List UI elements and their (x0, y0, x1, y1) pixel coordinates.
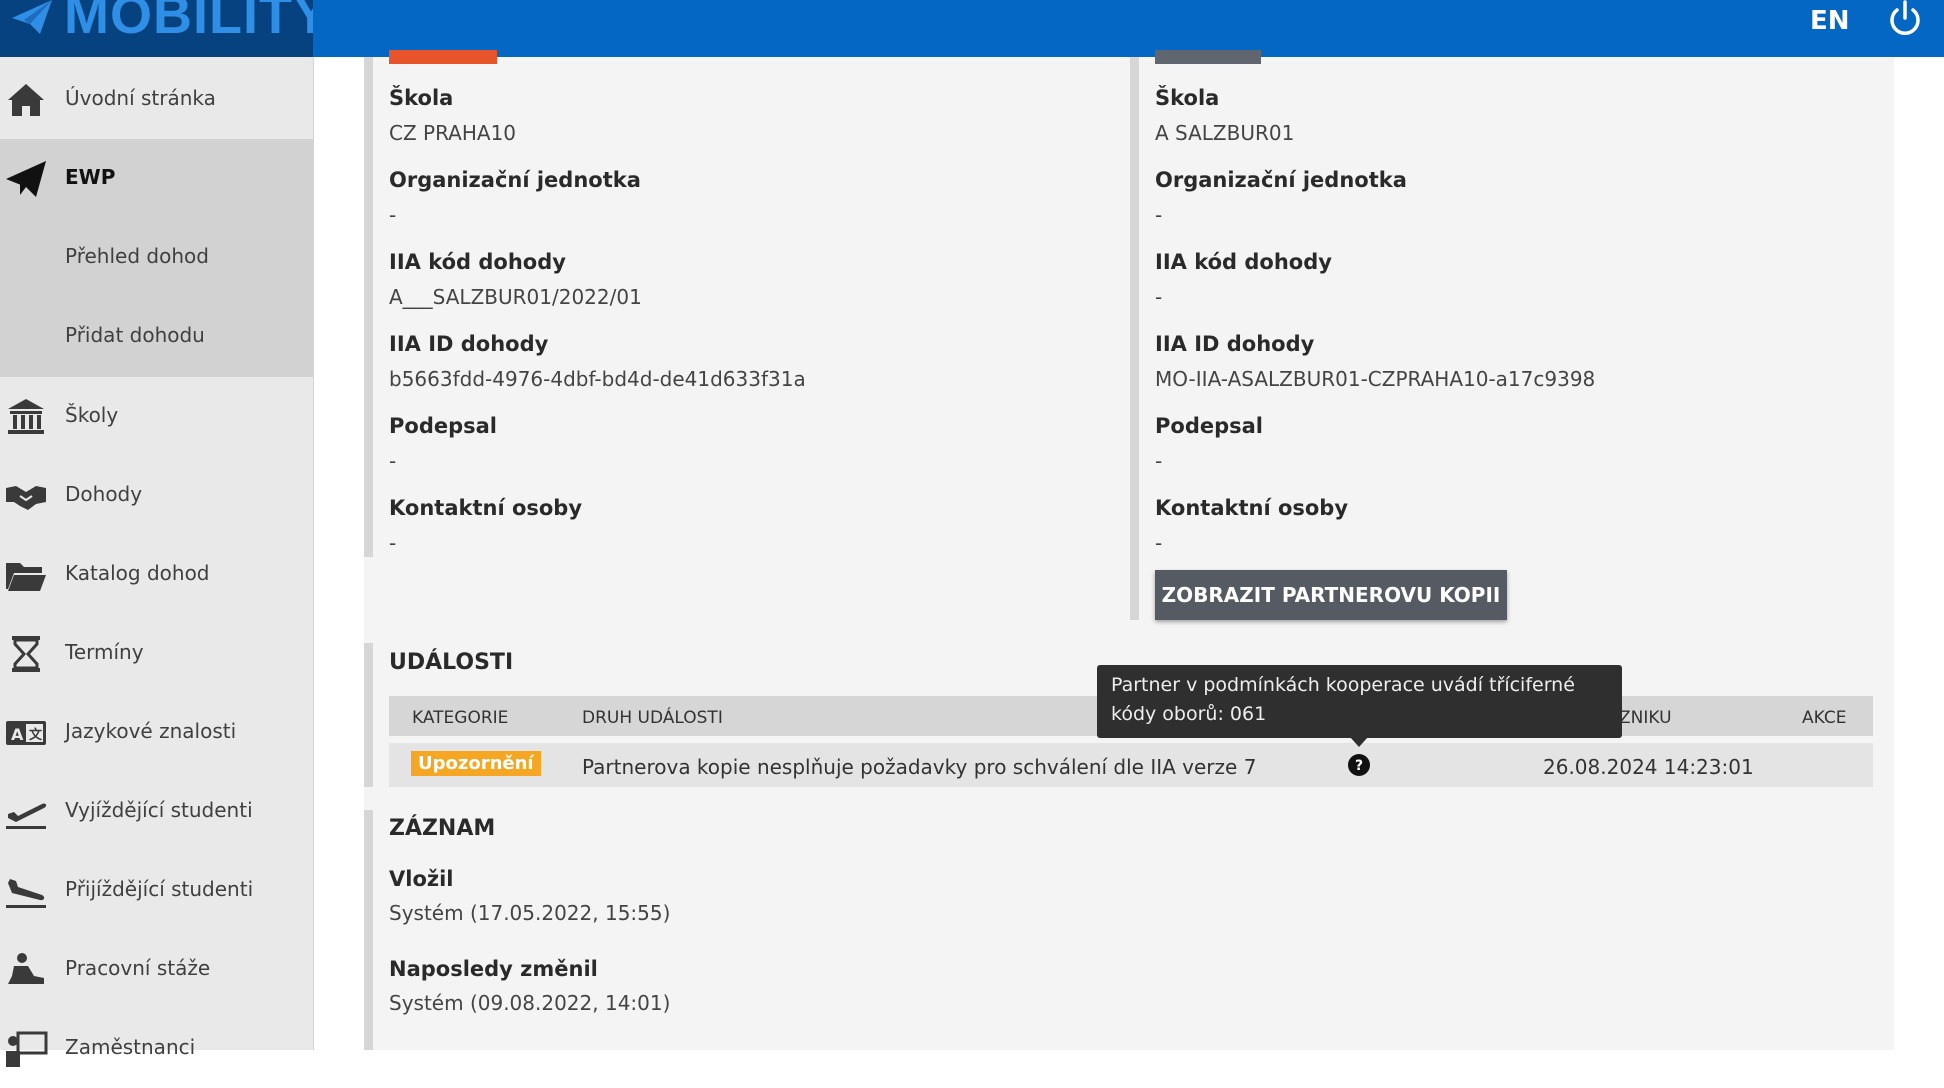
help-tooltip: Partner v podmínkách kooperace uvádí tří… (1097, 665, 1622, 738)
sidebar-item-language-skills[interactable]: A 文 Jazykové znalosti (0, 693, 313, 772)
sidebar-item-deadlines[interactable]: Termíny (0, 614, 313, 693)
sidebar-item-home[interactable]: Úvodní stránka (0, 60, 313, 139)
sidebar-item-agreements-overview[interactable]: Přehled dohod (0, 218, 313, 297)
panel-border (364, 57, 373, 557)
sidebar-item-label: Přidat dohodu (65, 323, 205, 347)
record-section-title: ZÁZNAM (389, 816, 496, 841)
signed-label: Podepsal (389, 414, 497, 438)
sidebar-item-label: Katalog dohod (65, 561, 210, 585)
sidebar-item-label: Školy (65, 403, 119, 427)
warning-badge: Upozornění (411, 751, 541, 776)
home-icon (8, 84, 44, 116)
signed-label: Podepsal (1155, 414, 1263, 438)
help-icon[interactable]: ? (1347, 753, 1371, 777)
plane-departure-icon (6, 803, 47, 829)
sidebar: Úvodní stránka EWP Přehled dohod Přidat … (0, 57, 314, 1067)
iia-id-value: MO-IIA-ASALZBUR01-CZPRAHA10-a17c9398 (1155, 367, 1596, 391)
inserted-value: Systém (17.05.2022, 15:55) (389, 901, 671, 925)
created-cell: 26.08.2024 14:23:01 (1543, 755, 1754, 779)
panel-border (1130, 57, 1139, 620)
show-partner-copy-button[interactable]: ZOBRAZIT PARTNEROVU KOPII (1155, 570, 1507, 620)
sidebar-item-internships[interactable]: Pracovní stáže (0, 930, 313, 1009)
sidebar-item-label: Vyjíždějící studenti (65, 798, 253, 822)
top-bar: MOBILITY EN (0, 0, 1944, 57)
school-label: Škola (389, 86, 454, 110)
sidebar-item-label: Jazykové znalosti (65, 719, 237, 743)
sidebar-item-ewp[interactable]: EWP (0, 139, 313, 218)
sidebar-item-label: Pracovní stáže (65, 956, 211, 980)
sidebar-item-agreements[interactable]: Dohody (0, 456, 313, 535)
sidebar-item-label: EWP (65, 165, 116, 189)
tooltip-arrow (1350, 737, 1368, 747)
school-value: A SALZBUR01 (1155, 121, 1295, 145)
sidebar-item-label: Úvodní stránka (65, 86, 216, 110)
sidebar-item-schools[interactable]: Školy (0, 377, 313, 456)
svg-text:文: 文 (29, 727, 43, 743)
iia-code-value: - (1155, 285, 1163, 309)
sidebar-item-label: Přijíždějící studenti (65, 877, 254, 901)
status-badge (389, 50, 497, 64)
sidebar-item-employees[interactable]: Zaměstnanci (0, 1009, 313, 1088)
svg-text:?: ? (1355, 758, 1363, 774)
unit-label: Organizační jednotka (1155, 168, 1407, 192)
sidebar-item-label: Přehled dohod (65, 244, 209, 268)
paper-plane-icon (6, 161, 46, 197)
plane-arrival-icon (6, 879, 46, 908)
iia-code-value: A___SALZBUR01/2022/01 (389, 285, 642, 309)
folder-open-icon (6, 563, 46, 591)
unit-value: - (389, 203, 397, 227)
column-header-actions: AKCE (1802, 708, 1847, 728)
sidebar-item-label: Zaměstnanci (65, 1035, 196, 1059)
events-section-title: UDÁLOSTI (389, 650, 514, 675)
iia-id-label: IIA ID dohody (389, 332, 549, 356)
power-icon[interactable] (1887, 0, 1923, 40)
handshake-icon (6, 486, 46, 510)
logo[interactable]: MOBILITY (0, 0, 313, 57)
iia-id-label: IIA ID dohody (1155, 332, 1315, 356)
language-switch[interactable]: EN (1810, 6, 1850, 36)
signed-value: - (389, 449, 397, 473)
sidebar-item-label: Termíny (65, 640, 144, 664)
logo-text: MOBILITY (64, 0, 313, 45)
iia-code-label: IIA kód dohody (1155, 250, 1332, 274)
school-value: CZ PRAHA10 (389, 121, 517, 145)
last-changed-value: Systém (09.08.2022, 14:01) (389, 991, 671, 1015)
column-header-event-type[interactable]: DRUH UDÁLOSTI (582, 708, 723, 728)
worker-icon (8, 953, 44, 984)
school-label: Škola (1155, 86, 1220, 110)
last-changed-label: Naposledy změnil (389, 957, 598, 981)
contacts-label: Kontaktní osoby (389, 496, 583, 520)
unit-value: - (1155, 203, 1163, 227)
sidebar-item-outgoing-students[interactable]: Vyjíždějící studenti (0, 772, 313, 851)
unit-label: Organizační jednotka (389, 168, 641, 192)
bank-icon (8, 399, 44, 434)
iia-code-label: IIA kód dohody (389, 250, 566, 274)
sidebar-item-agreement-catalog[interactable]: Katalog dohod (0, 535, 313, 614)
sidebar-item-add-agreement[interactable]: Přidat dohodu (0, 297, 313, 377)
table-row: Upozornění Partnerova kopie nesplňuje po… (389, 743, 1873, 787)
contacts-value: - (389, 531, 397, 555)
contacts-value: - (1155, 531, 1163, 555)
language-icon: A 文 (6, 721, 46, 745)
panel-border (364, 643, 373, 787)
inserted-label: Vložil (389, 867, 454, 891)
status-badge (1155, 50, 1261, 64)
sidebar-item-incoming-students[interactable]: Přijíždějící studenti (0, 851, 313, 930)
column-header-category[interactable]: KATEGORIE (412, 708, 508, 728)
event-type-cell: Partnerova kopie nesplňuje požadavky pro… (582, 755, 1257, 779)
teacher-icon (6, 1031, 48, 1067)
contacts-label: Kontaktní osoby (1155, 496, 1349, 520)
sidebar-item-label: Dohody (65, 482, 143, 506)
iia-id-value: b5663fdd-4976-4dbf-bd4d-de41d633f31a (389, 367, 806, 391)
paper-plane-logo-icon (12, 0, 52, 34)
hourglass-icon (12, 636, 40, 672)
svg-text:A: A (11, 725, 24, 744)
signed-value: - (1155, 449, 1163, 473)
panel-border (364, 810, 373, 1050)
column-header-created[interactable]: ZNIKU (1619, 708, 1672, 728)
